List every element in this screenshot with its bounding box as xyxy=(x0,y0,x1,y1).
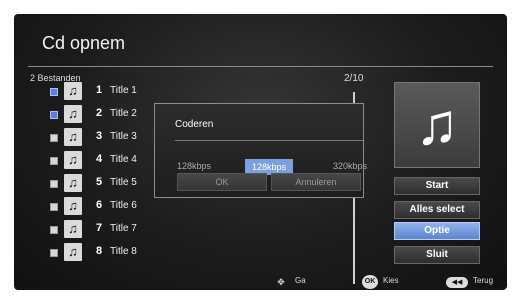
music-note-icon: ♫ xyxy=(64,82,82,100)
music-note-icon: ♫ xyxy=(64,243,82,261)
title-divider xyxy=(28,66,493,67)
footer-nav-label: Ga xyxy=(295,276,306,285)
music-note-icon: ♫ xyxy=(64,128,82,146)
back-button-icon: ◀◀ xyxy=(446,277,468,288)
checkbox-icon[interactable] xyxy=(50,226,58,234)
bitrate-option[interactable]: 320kbps xyxy=(333,161,367,171)
track-row[interactable]: ♫ 8 Title 8 xyxy=(50,243,160,263)
track-title: Title 6 xyxy=(110,200,137,211)
track-row[interactable]: ♫ 5 Title 5 xyxy=(50,174,160,194)
track-title: Title 4 xyxy=(110,154,137,165)
track-number: 1 xyxy=(96,84,103,96)
checkbox-icon[interactable] xyxy=(50,88,58,96)
track-number: 3 xyxy=(96,130,103,142)
track-number: 7 xyxy=(96,222,103,234)
cancel-button[interactable]: Annuleren xyxy=(271,173,361,191)
checkbox-icon[interactable] xyxy=(50,111,58,119)
track-row[interactable]: ♫ 1 Title 1 xyxy=(50,82,160,102)
track-number: 6 xyxy=(96,199,103,211)
track-number: 2 xyxy=(96,107,103,119)
bitrate-option[interactable]: 128kbps xyxy=(177,161,211,171)
track-number: 8 xyxy=(96,245,103,257)
music-note-icon: ♫ xyxy=(64,151,82,169)
track-row[interactable]: ♫ 6 Title 6 xyxy=(50,197,160,217)
start-button[interactable]: Start xyxy=(394,177,480,195)
checkbox-icon[interactable] xyxy=(50,249,58,257)
checkbox-icon[interactable] xyxy=(50,134,58,142)
music-note-icon: ♫ xyxy=(415,92,459,157)
ok-button[interactable]: OK xyxy=(177,173,267,191)
dialog-title: Coderen xyxy=(175,119,214,130)
track-row[interactable]: ♫ 3 Title 3 xyxy=(50,128,160,148)
track-number: 5 xyxy=(96,176,103,188)
ok-button-icon: OK xyxy=(362,275,378,289)
track-title: Title 3 xyxy=(110,131,137,142)
track-row[interactable]: ♫ 7 Title 7 xyxy=(50,220,160,240)
album-art: ♫ xyxy=(394,82,480,168)
track-title: Title 7 xyxy=(110,223,137,234)
page-indicator: 2/10 xyxy=(344,73,364,84)
select-all-button[interactable]: Alles select xyxy=(394,201,480,219)
checkbox-icon[interactable] xyxy=(50,203,58,211)
music-note-icon: ♫ xyxy=(64,105,82,123)
page-title: Cd opnem xyxy=(42,33,126,53)
footer-ok-label: Kies xyxy=(383,276,399,285)
track-row[interactable]: ♫ 4 Title 4 xyxy=(50,151,160,171)
music-note-icon: ♫ xyxy=(64,197,82,215)
track-title: Title 2 xyxy=(110,108,137,119)
checkbox-icon[interactable] xyxy=(50,180,58,188)
music-note-icon: ♫ xyxy=(64,174,82,192)
track-title: Title 8 xyxy=(110,246,137,257)
track-row[interactable]: ♫ 2 Title 2 xyxy=(50,105,160,125)
directional-pad-icon: ✥ xyxy=(277,277,285,287)
close-button[interactable]: Sluit xyxy=(394,246,480,264)
checkbox-icon[interactable] xyxy=(50,157,58,165)
footer-back-label: Terug xyxy=(473,276,494,285)
track-number: 4 xyxy=(96,153,103,165)
dialog-divider xyxy=(175,140,363,141)
cd-record-screen: Cd opnem 2 Bestanden 2/10 ♫ 1 Title 1 ♫ … xyxy=(14,14,507,290)
music-note-icon: ♫ xyxy=(64,220,82,238)
track-title: Title 1 xyxy=(110,85,137,96)
track-title: Title 5 xyxy=(110,177,137,188)
option-button[interactable]: Optie xyxy=(394,222,480,240)
